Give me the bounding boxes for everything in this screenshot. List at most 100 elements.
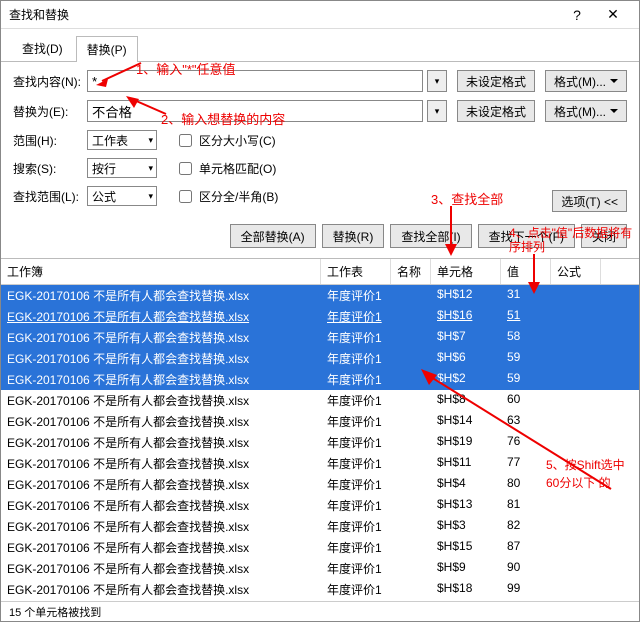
find-history-dropdown[interactable]: ▾ bbox=[427, 70, 447, 92]
replace-button[interactable]: 替换(R) bbox=[322, 224, 385, 248]
result-row[interactable]: EGK-20170106 不是所有人都会查找替换.xlsx年度评价1$H$138… bbox=[1, 495, 639, 516]
find-format-button[interactable]: 格式(M)... bbox=[545, 70, 627, 92]
col-sheet[interactable]: 工作表 bbox=[321, 259, 391, 284]
row-name bbox=[391, 369, 431, 390]
row-value: 60 bbox=[501, 390, 551, 411]
titlebar: 查找和替换 ? ✕ bbox=[1, 1, 639, 29]
row-cell: $H$11 bbox=[431, 453, 501, 474]
row-value: 87 bbox=[501, 537, 551, 558]
find-replace-dialog: 查找和替换 ? ✕ 查找(D) 替换(P) 查找内容(N): ▾ 未设定格式 格… bbox=[0, 0, 640, 622]
row-workbook: EGK-20170106 不是所有人都会查找替换.xlsx bbox=[1, 411, 321, 432]
find-next-button[interactable]: 查找下一个(F) bbox=[478, 224, 575, 248]
results-body[interactable]: EGK-20170106 不是所有人都会查找替换.xlsx年度评价1$H$123… bbox=[1, 285, 639, 601]
replace-format-button[interactable]: 格式(M)... bbox=[545, 100, 627, 122]
close-button[interactable]: 关闭 bbox=[581, 224, 627, 248]
result-row[interactable]: EGK-20170106 不是所有人都会查找替换.xlsx年度评价1$H$259 bbox=[1, 369, 639, 390]
row-name bbox=[391, 579, 431, 600]
row-formula bbox=[551, 537, 601, 558]
row-sheet: 年度评价1 bbox=[321, 348, 391, 369]
row-name bbox=[391, 348, 431, 369]
row-workbook: EGK-20170106 不是所有人都会查找替换.xlsx bbox=[1, 285, 321, 306]
button-row: 全部替换(A) 替换(R) 查找全部(I) 查找下一个(F) 关闭 bbox=[1, 218, 639, 259]
result-row[interactable]: EGK-20170106 不是所有人都会查找替换.xlsx年度评价1$H$480 bbox=[1, 474, 639, 495]
row-formula bbox=[551, 453, 601, 474]
match-entire-checkbox[interactable] bbox=[179, 162, 192, 175]
result-row[interactable]: EGK-20170106 不是所有人都会查找替换.xlsx年度评价1$H$990 bbox=[1, 558, 639, 579]
tab-replace[interactable]: 替换(P) bbox=[76, 36, 138, 62]
row-formula bbox=[551, 474, 601, 495]
col-cell[interactable]: 单元格 bbox=[431, 259, 501, 284]
search-direction-select[interactable]: 按行 bbox=[87, 158, 157, 178]
help-button[interactable]: ? bbox=[559, 2, 595, 28]
find-all-button[interactable]: 查找全部(I) bbox=[390, 224, 471, 248]
replace-history-dropdown[interactable]: ▾ bbox=[427, 100, 447, 122]
row-value: 63 bbox=[501, 411, 551, 432]
row-sheet: 年度评价1 bbox=[321, 579, 391, 600]
result-row[interactable]: EGK-20170106 不是所有人都会查找替换.xlsx年度评价1$H$382 bbox=[1, 516, 639, 537]
row-formula bbox=[551, 306, 601, 327]
result-row[interactable]: EGK-20170106 不是所有人都会查找替换.xlsx年度评价1 $H$146… bbox=[1, 411, 639, 432]
match-width-label: 区分全/半角(B) bbox=[199, 188, 278, 205]
replace-input[interactable] bbox=[87, 100, 423, 122]
row-sheet: 年度评价1 bbox=[321, 369, 391, 390]
replace-all-button[interactable]: 全部替换(A) bbox=[230, 224, 316, 248]
tab-find[interactable]: 查找(D) bbox=[11, 35, 74, 61]
row-value: 76 bbox=[501, 432, 551, 453]
row-cell: $H$7 bbox=[431, 327, 501, 348]
result-row[interactable]: EGK-20170106 不是所有人都会查找替换.xlsx年度评价1$H$158… bbox=[1, 537, 639, 558]
row-value: 31 bbox=[501, 285, 551, 306]
row-formula bbox=[551, 348, 601, 369]
results-list: 工作簿 工作表 名称 单元格 值 公式 EGK-20170106 不是所有人都会… bbox=[1, 259, 639, 601]
find-input[interactable] bbox=[87, 70, 423, 92]
row-sheet: 年度评价1 bbox=[321, 327, 391, 348]
result-row[interactable]: EGK-20170106 不是所有人都会查找替换.xlsx年度评价1$H$189… bbox=[1, 579, 639, 600]
row-sheet: 年度评价1 bbox=[321, 537, 391, 558]
row-workbook: EGK-20170106 不是所有人都会查找替换.xlsx bbox=[1, 327, 321, 348]
row-cell: $H$14 bbox=[431, 411, 501, 432]
dialog-title: 查找和替换 bbox=[9, 6, 559, 23]
row-formula bbox=[551, 390, 601, 411]
result-row[interactable]: EGK-20170106 不是所有人都会查找替换.xlsx年度评价1$H$117… bbox=[1, 453, 639, 474]
match-width-checkbox[interactable] bbox=[179, 190, 192, 203]
row-name bbox=[391, 516, 431, 537]
row-value: 99 bbox=[501, 579, 551, 600]
match-entire-label: 单元格匹配(O) bbox=[199, 160, 276, 177]
row-sheet: 年度评价1 bbox=[321, 411, 391, 432]
results-header: 工作簿 工作表 名称 单元格 值 公式 bbox=[1, 259, 639, 285]
row-workbook: EGK-20170106 不是所有人都会查找替换.xlsx bbox=[1, 558, 321, 579]
result-row[interactable]: EGK-20170106 不是所有人都会查找替换.xlsx年度评价1$H$860 bbox=[1, 390, 639, 411]
result-row[interactable]: EGK-20170106 不是所有人都会查找替换.xlsx年度评价1$H$659 bbox=[1, 348, 639, 369]
row-workbook: EGK-20170106 不是所有人都会查找替换.xlsx bbox=[1, 348, 321, 369]
options-toggle-button[interactable]: 选项(T) << bbox=[552, 190, 627, 212]
row-name bbox=[391, 306, 431, 327]
result-row[interactable]: EGK-20170106 不是所有人都会查找替换.xlsx年度评价1$H$165… bbox=[1, 306, 639, 327]
row-cell: $H$2 bbox=[431, 369, 501, 390]
row-name bbox=[391, 453, 431, 474]
row-name bbox=[391, 537, 431, 558]
col-name[interactable]: 名称 bbox=[391, 259, 431, 284]
search-label: 搜索(S): bbox=[13, 160, 83, 177]
row-workbook: EGK-20170106 不是所有人都会查找替换.xlsx bbox=[1, 306, 321, 327]
close-icon[interactable]: ✕ bbox=[595, 2, 631, 28]
match-case-label: 区分大小写(C) bbox=[199, 132, 276, 149]
result-row[interactable]: EGK-20170106 不是所有人都会查找替换.xlsx年度评价1$H$758 bbox=[1, 327, 639, 348]
row-name bbox=[391, 558, 431, 579]
col-formula[interactable]: 公式 bbox=[551, 259, 601, 284]
row-formula bbox=[551, 579, 601, 600]
result-row[interactable]: EGK-20170106 不是所有人都会查找替换.xlsx年度评价1$H$197… bbox=[1, 432, 639, 453]
col-workbook[interactable]: 工作簿 bbox=[1, 259, 321, 284]
col-value[interactable]: 值 bbox=[501, 259, 551, 284]
find-format-preview[interactable]: 未设定格式 bbox=[457, 70, 535, 92]
row-value: 51 bbox=[501, 306, 551, 327]
result-row[interactable]: EGK-20170106 不是所有人都会查找替换.xlsx年度评价1$H$123… bbox=[1, 285, 639, 306]
tabs: 查找(D) 替换(P) bbox=[1, 29, 639, 62]
lookin-select[interactable]: 公式 bbox=[87, 186, 157, 206]
row-name bbox=[391, 285, 431, 306]
replace-format-preview[interactable]: 未设定格式 bbox=[457, 100, 535, 122]
row-formula bbox=[551, 495, 601, 516]
row-name bbox=[391, 474, 431, 495]
row-cell: $H$3 bbox=[431, 516, 501, 537]
within-select[interactable]: 工作表 bbox=[87, 130, 157, 150]
match-case-checkbox[interactable] bbox=[179, 134, 192, 147]
row-formula bbox=[551, 516, 601, 537]
